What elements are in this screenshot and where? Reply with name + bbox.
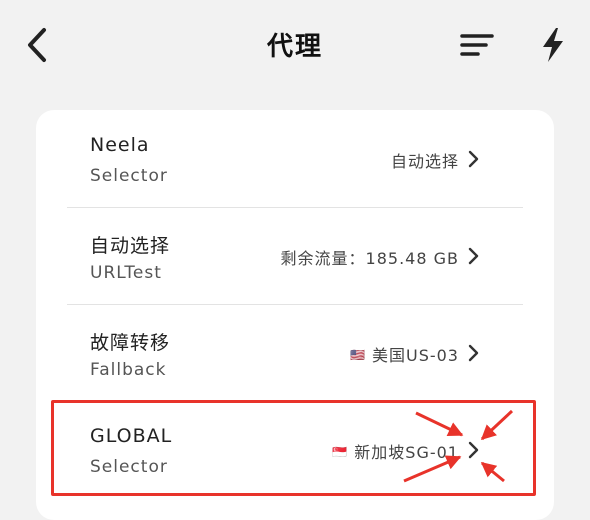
page-title: 代理 xyxy=(266,32,323,62)
sort-button[interactable] xyxy=(458,30,496,62)
selected-proxy: 🇺🇸 美国US-03 xyxy=(350,342,459,366)
chevron-right-icon xyxy=(468,441,479,459)
singapore-flag-icon: 🇸🇬 xyxy=(332,445,349,459)
proxy-group-name: 故障转移 xyxy=(90,332,171,354)
proxy-group-type: Selector xyxy=(90,166,168,186)
proxy-group-row[interactable]: 自动选择 URLTest 剩余流量：185.48 GB xyxy=(36,207,554,304)
selected-proxy-label: 新加坡SG-01 xyxy=(354,443,459,462)
proxy-group-list: Neela Selector 自动选择 自动选择 URLTest 剩余流量：18… xyxy=(36,110,554,520)
proxy-group-name: 自动选择 xyxy=(90,235,171,257)
proxy-group-type: Fallback xyxy=(90,360,167,380)
selected-proxy: 自动选择 xyxy=(391,148,459,172)
selected-proxy-label: 美国US-03 xyxy=(371,346,459,365)
chevron-right-icon xyxy=(468,344,479,362)
selected-proxy-label: 自动选择 xyxy=(390,152,459,171)
selected-proxy: 🇸🇬 新加坡SG-01 xyxy=(332,439,459,463)
proxy-group-type: URLTest xyxy=(90,263,162,283)
app-header: 代理 xyxy=(0,0,590,90)
proxy-group-name: Neela xyxy=(90,134,150,156)
proxy-group-name: GLOBAL xyxy=(90,425,173,447)
selected-proxy: 剩余流量：185.48 GB xyxy=(281,245,459,269)
selected-proxy-label: 剩余流量：185.48 GB xyxy=(280,249,459,268)
chevron-right-icon xyxy=(468,247,479,265)
proxy-group-type: Selector xyxy=(90,457,168,477)
proxy-group-row[interactable]: 故障转移 Fallback 🇺🇸 美国US-03 xyxy=(36,304,554,401)
us-flag-icon: 🇺🇸 xyxy=(350,348,366,362)
proxy-group-row[interactable]: Neela Selector 自动选择 xyxy=(36,110,554,207)
proxy-group-row[interactable]: GLOBAL Selector 🇸🇬 新加坡SG-01 xyxy=(36,401,554,498)
speed-test-button[interactable] xyxy=(538,26,568,64)
bolt-icon xyxy=(543,28,563,62)
sort-icon xyxy=(460,34,494,56)
chevron-right-icon xyxy=(468,150,479,168)
